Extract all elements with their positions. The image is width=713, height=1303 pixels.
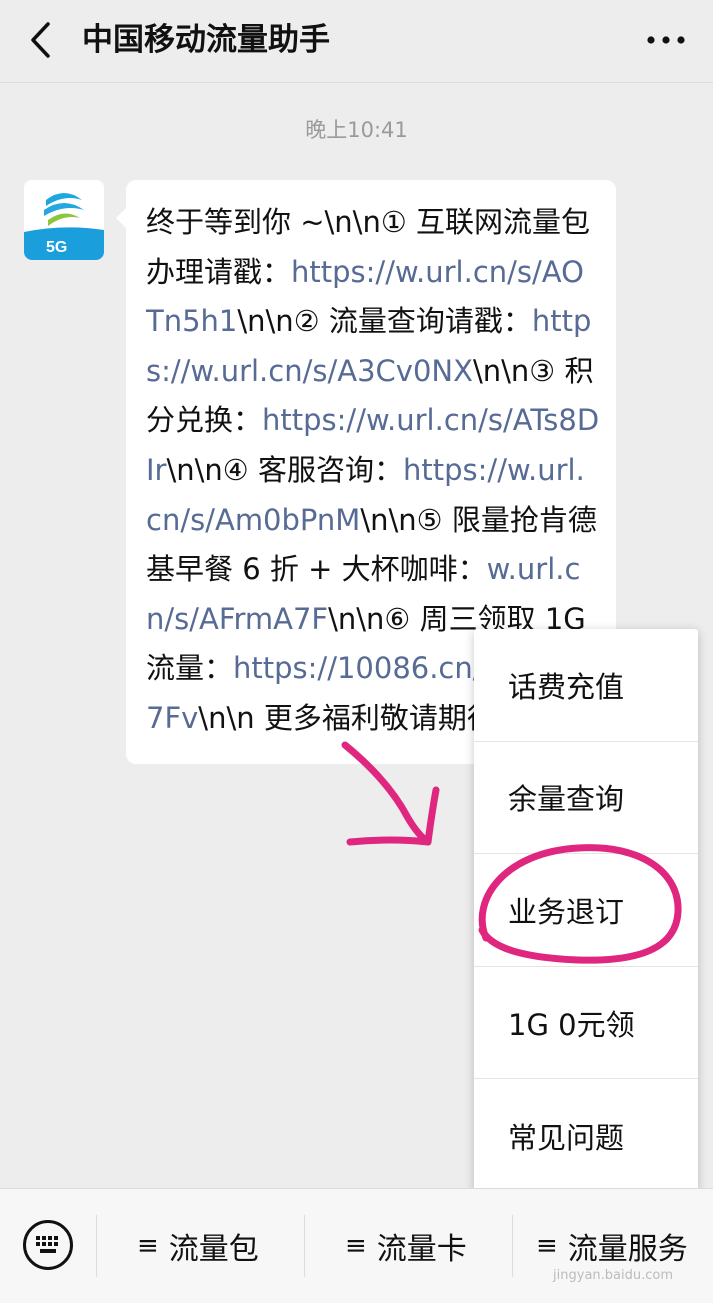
back-button[interactable] — [18, 18, 62, 62]
popup-menu: 话费充值 余量查询 业务退订 1G 0元领 常见问题 — [474, 629, 698, 1192]
message-text-part-4: \n\n④ 客服咨询： — [166, 452, 404, 487]
bottom-menu-flow-service[interactable]: ≡ 流量服务 — [536, 1189, 688, 1303]
menu-item-faq[interactable]: 常见问题 — [474, 1079, 698, 1192]
bottom-menu-label: 流量包 — [168, 1232, 259, 1267]
chat-header: 中国移动流量助手 — [0, 0, 713, 83]
avatar[interactable]: 5G — [24, 180, 104, 260]
annotation-arrow-head — [346, 786, 440, 846]
more-dots-icon — [647, 36, 685, 44]
page-title: 中国移动流量助手 — [82, 22, 330, 58]
bar-divider — [512, 1215, 513, 1277]
china-mobile-logo-icon: 5G — [24, 180, 104, 260]
bottom-menu-flow-card[interactable]: ≡ 流量卡 — [345, 1189, 467, 1303]
chevron-left-icon — [31, 22, 50, 58]
message-text-part-2: \n\n② 流量查询请戳： — [237, 304, 532, 339]
menu-list-icon: ≡ — [345, 1231, 367, 1261]
menu-item-1g-free[interactable]: 1G 0元领 — [474, 967, 698, 1080]
bottom-menu-bar: ≡ 流量包 ≡ 流量卡 ≡ 流量服务 — [0, 1188, 713, 1303]
menu-item-recharge[interactable]: 话费充值 — [474, 629, 698, 742]
bar-divider — [304, 1215, 305, 1277]
menu-item-unsubscribe[interactable]: 业务退订 — [474, 854, 698, 967]
avatar-badge-text: 5G — [46, 239, 67, 256]
bottom-menu-flow-package[interactable]: ≡ 流量包 — [137, 1189, 259, 1303]
more-button[interactable] — [641, 18, 691, 62]
keyboard-icon — [23, 1220, 73, 1270]
message-timestamp: 晚上10:41 — [305, 118, 408, 142]
keyboard-toggle-button[interactable] — [22, 1219, 74, 1271]
watermark: jingyan.baidu.com — [553, 1268, 673, 1283]
bottom-menu-label: 流量服务 — [567, 1232, 688, 1267]
menu-list-icon: ≡ — [137, 1231, 159, 1261]
menu-list-icon: ≡ — [536, 1231, 558, 1261]
menu-item-balance-query[interactable]: 余量查询 — [474, 742, 698, 855]
bar-divider — [96, 1215, 97, 1277]
bottom-menu-label: 流量卡 — [376, 1232, 467, 1267]
